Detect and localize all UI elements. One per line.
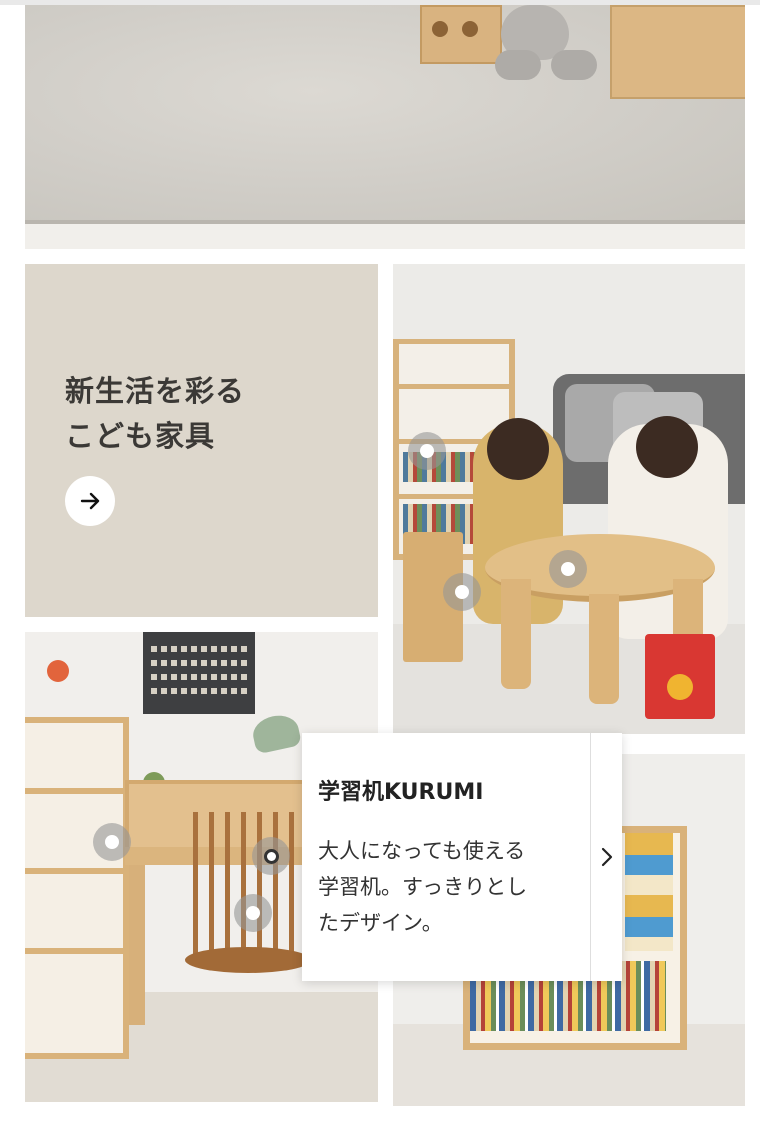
hotspot-kids-chair[interactable]	[443, 573, 481, 611]
wooden-crate	[610, 5, 745, 99]
desk-lamp	[249, 711, 303, 755]
product-description-line2: 学習机。すっきりとし	[318, 875, 528, 899]
wall-poster	[143, 632, 255, 714]
child-right	[608, 416, 728, 639]
promo-title-line2: こども家具	[65, 419, 216, 453]
desk-side-shelf	[25, 717, 129, 1059]
red-toy-box	[645, 634, 715, 719]
promo-arrow-button[interactable]	[65, 476, 115, 526]
rug-photo	[25, 5, 745, 249]
promo-card[interactable]: 新生活を彩る こども家具	[25, 264, 378, 617]
promo-title-line1: 新生活を彩る	[65, 374, 246, 408]
windsor-chair	[185, 812, 311, 973]
hotspot-chair[interactable]	[234, 894, 272, 932]
hotspot-bookshelf[interactable]	[408, 432, 446, 470]
chevron-right-icon	[601, 847, 612, 867]
product-description-line3: たデザイン。	[318, 911, 443, 935]
arrow-right-icon	[80, 492, 100, 510]
hotspot-study-desk-active[interactable]	[252, 837, 290, 875]
hotspot-side-shelf[interactable]	[93, 823, 131, 861]
plush-bunny	[473, 5, 603, 83]
promo-title: 新生活を彩る こども家具	[65, 369, 245, 459]
product-description: 大人になっても使える 学習机。すっきりとし たデザイン。	[318, 833, 568, 941]
tooltip-next-button[interactable]	[591, 733, 622, 981]
product-tooltip[interactable]: 学習机KURUMI 大人になっても使える 学習机。すっきりとし たデザイン。	[302, 733, 622, 981]
product-description-line1: 大人になっても使える	[318, 839, 526, 863]
kids-table-photo[interactable]	[393, 264, 745, 734]
product-name: 学習机KURUMI	[318, 780, 484, 805]
hotspot-round-table[interactable]	[549, 550, 587, 588]
